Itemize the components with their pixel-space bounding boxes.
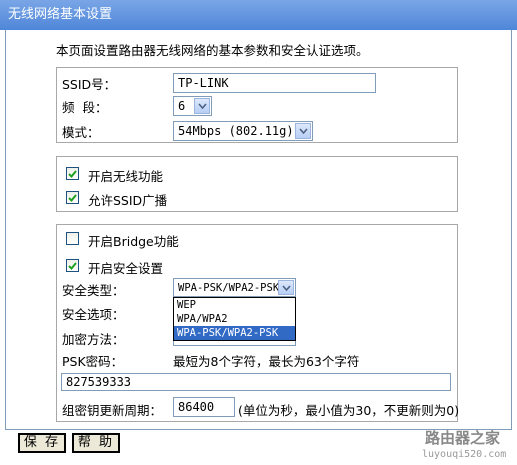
page-description: 本页面设置路由器无线网络的基本参数和安全认证选项。	[56, 43, 369, 58]
security-type-value: WPA-PSK/WPA2-PSK	[178, 282, 280, 294]
chevron-down-icon[interactable]	[295, 123, 311, 139]
checkmark-icon	[68, 193, 77, 202]
mode-select[interactable]: 54Mbps (802.11g)	[173, 121, 313, 141]
security-type-dropdown-list[interactable]: WEP WPA/WPA2 WPA-PSK/WPA2-PSK	[173, 297, 296, 341]
bridge-label: 开启Bridge功能	[88, 234, 179, 249]
save-button[interactable]: 保 存	[18, 433, 66, 453]
checkmark-icon	[68, 169, 77, 178]
mode-label: 模式：	[62, 125, 100, 140]
checkmark-icon	[68, 261, 77, 270]
ssid-input[interactable]: TP-LINK	[173, 73, 376, 93]
help-button[interactable]: 帮 助	[72, 433, 120, 453]
channel-value: 6	[178, 99, 186, 113]
psk-password-input[interactable]: 827539333	[61, 373, 451, 391]
channel-label: 频 段：	[62, 100, 108, 115]
ssid-broadcast-label: 允许SSID广播	[88, 193, 168, 208]
page-title: 无线网络基本设置	[0, 0, 517, 30]
chevron-down-icon[interactable]	[194, 98, 210, 114]
security-enable-checkbox[interactable]	[66, 259, 79, 272]
security-type-label: 安全类型：	[62, 283, 125, 298]
channel-select[interactable]: 6	[173, 96, 212, 116]
dropdown-option-wep[interactable]: WEP	[174, 298, 295, 312]
rekey-period-input[interactable]: 86400	[173, 397, 235, 417]
watermark-brand: 路由器之家	[425, 429, 501, 447]
bridge-checkbox[interactable]	[66, 232, 79, 245]
dropdown-option-wpa-wpa2[interactable]: WPA/WPA2	[174, 312, 295, 326]
ssid-broadcast-checkbox[interactable]	[66, 191, 79, 204]
mode-value: 54Mbps (802.11g)	[178, 124, 294, 138]
rekey-label: 组密钥更新周期：	[62, 403, 163, 418]
rekey-hint: (单位为秒，最小值为30，不更新则为0)	[238, 403, 460, 418]
encryption-label: 加密方法：	[62, 332, 125, 347]
ssid-label: SSID号：	[62, 77, 117, 92]
security-type-select[interactable]: WPA-PSK/WPA2-PSK	[173, 278, 296, 297]
security-option-label: 安全选项：	[62, 307, 125, 322]
security-enable-label: 开启安全设置	[88, 261, 164, 276]
watermark-url: luyouqi520.com	[422, 449, 507, 460]
chevron-down-icon[interactable]	[278, 280, 294, 295]
enable-wireless-checkbox[interactable]	[66, 167, 79, 180]
psk-label: PSK密码：	[62, 354, 124, 369]
psk-hint: 最短为8个字符，最长为63个字符	[173, 354, 360, 369]
enable-wireless-label: 开启无线功能	[88, 169, 164, 184]
dropdown-option-wpa-psk-wpa2-psk[interactable]: WPA-PSK/WPA2-PSK	[174, 326, 295, 340]
